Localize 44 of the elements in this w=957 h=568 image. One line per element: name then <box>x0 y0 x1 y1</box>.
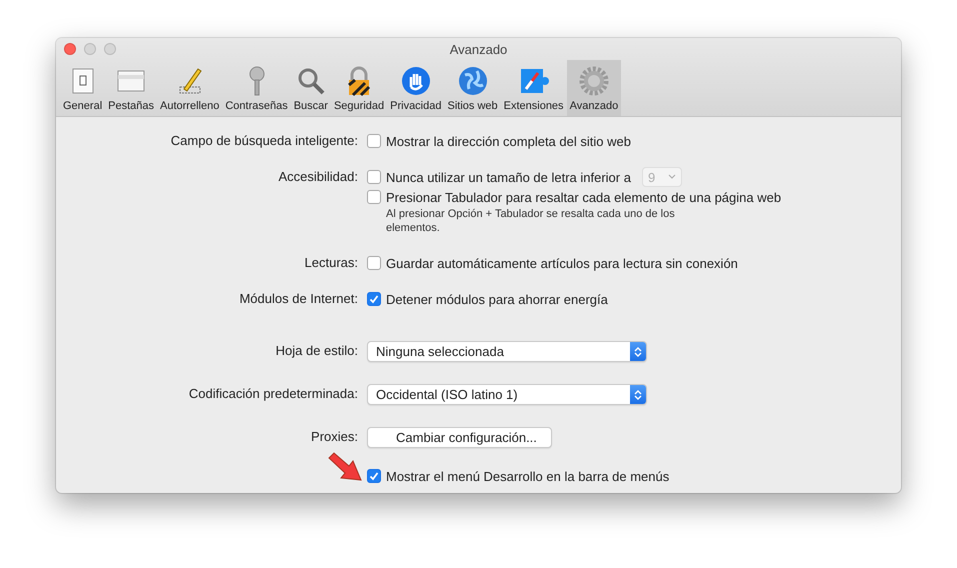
toolbar-tab[interactable]: Extensiones <box>500 60 567 116</box>
setting-label: Hoja de estilo: <box>274 342 358 360</box>
toolbar-tab[interactable]: General <box>60 60 106 116</box>
toolbar-tab[interactable]: Privacidad <box>387 60 444 116</box>
change-settings-button[interactable]: Cambiar configuración... <box>367 427 552 448</box>
setting-label: Campo de búsqueda inteligente: <box>170 132 358 150</box>
checkbox-label: Nunca utilizar un tamaño de letra inferior a <box>386 170 631 184</box>
checkbox-label: Mostrar el menú Desarrollo en la barra de menús <box>386 468 670 484</box>
window-title: Avanzado <box>448 42 508 56</box>
minimize-button[interactable] <box>84 43 96 55</box>
checkbox[interactable] <box>367 292 381 306</box>
toolbar-tab[interactable]: Pestañas <box>105 60 158 116</box>
settings-icon <box>578 65 610 97</box>
checkbox[interactable] <box>367 170 381 184</box>
close-button[interactable] <box>64 43 76 55</box>
setting-label: Proxies: <box>310 428 358 446</box>
toolbar-tab[interactable]: Avanzado <box>566 60 622 116</box>
checkmark-icon <box>369 471 379 481</box>
toolbar-tab[interactable]: Contraseñas <box>222 60 291 116</box>
popup-menu[interactable]: Occidental (ISO latino 1) <box>367 384 647 405</box>
zoom-button[interactable] <box>104 43 116 55</box>
checkbox-label: Mostrar la dirección completa del sitio web <box>386 134 631 148</box>
up-down-icon <box>634 388 642 400</box>
setting-label: Accesibilidad: <box>278 168 358 186</box>
checkbox[interactable] <box>367 256 381 270</box>
checkbox[interactable] <box>367 134 381 148</box>
hand-icon <box>400 65 432 97</box>
popup-menu[interactable]: Ninguna seleccionada <box>367 341 647 362</box>
help-text: Al presionar Opción + Tabulador se resalta cada uno de los elementos. <box>385 207 676 235</box>
chevron-down-icon <box>668 174 676 180</box>
setting-label: Codificación predeterminada: <box>188 385 358 403</box>
toolbar-tab[interactable]: Autorrelleno <box>157 60 222 116</box>
checkbox-label: Guardar automáticamente artículos para lectura sin conexión <box>386 256 738 270</box>
setting-label: Lecturas: <box>304 254 358 272</box>
up-down-icon <box>634 346 642 358</box>
checkmark-icon <box>369 294 379 304</box>
checkbox-label: Detener módulos para ahorrar energía <box>386 292 608 306</box>
setting-label: Módulos de Internet: <box>238 290 358 308</box>
checkbox[interactable] <box>367 469 381 483</box>
toolbar-tab[interactable]: Sitios web <box>444 60 501 116</box>
toolbar-tab[interactable]: Buscar <box>290 60 331 116</box>
checkbox-label: Presionar Tabulador para resaltar cada elemento de una página web <box>386 190 782 204</box>
toolbar-tab[interactable]: Seguridad <box>330 60 388 116</box>
checkbox[interactable] <box>367 190 381 204</box>
